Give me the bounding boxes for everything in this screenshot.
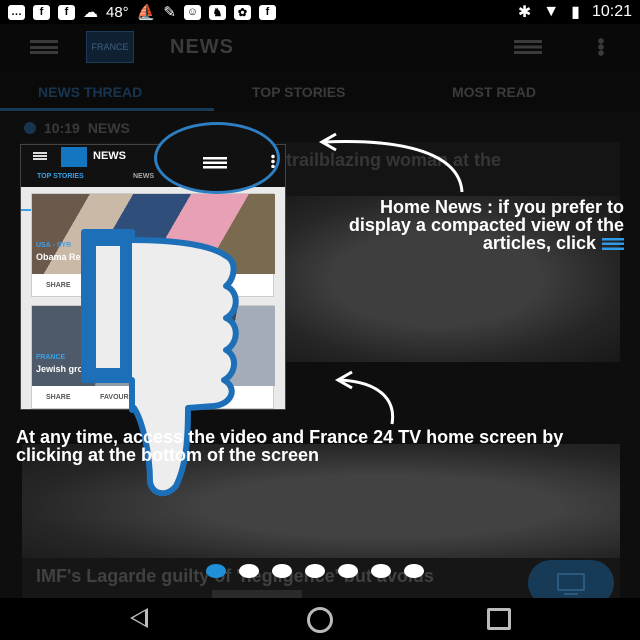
pager-dot[interactable] <box>206 564 226 578</box>
tutorial-pager <box>206 564 424 578</box>
tip-home-news: Home News : if you prefer to display a c… <box>324 198 624 252</box>
pager-dot[interactable] <box>305 564 325 578</box>
home-icon[interactable] <box>307 607 333 633</box>
tip-video: At any time, access the video and France… <box>16 427 564 465</box>
list-view-icon <box>602 238 624 251</box>
arrow-icon <box>323 140 464 193</box>
pager-dot[interactable] <box>371 564 391 578</box>
pager-dot[interactable] <box>338 564 358 578</box>
pager-dot[interactable] <box>272 564 292 578</box>
system-nav-bar <box>0 598 640 640</box>
back-icon[interactable] <box>130 608 148 628</box>
pager-dot[interactable] <box>239 564 259 578</box>
pager-dot[interactable] <box>404 564 424 578</box>
tutorial-graphics <box>81 132 464 497</box>
recent-apps-icon[interactable] <box>487 608 511 630</box>
tip-home-news-text: Home News : if you prefer to display a c… <box>348 197 624 253</box>
